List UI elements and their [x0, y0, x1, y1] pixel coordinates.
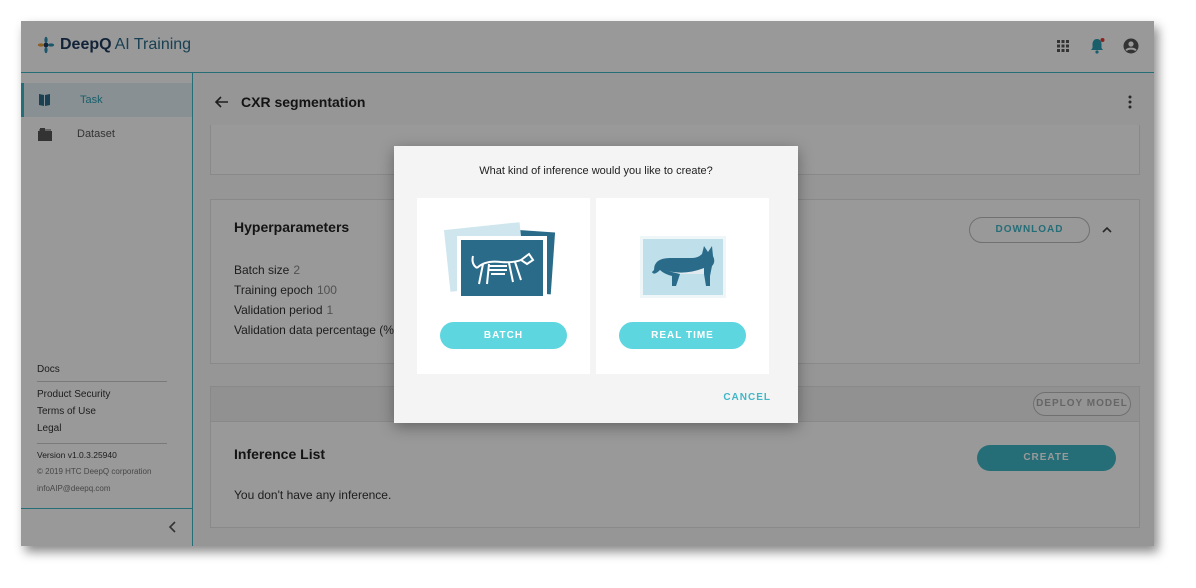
realtime-option[interactable]: REAL TIME [596, 198, 769, 374]
batch-option[interactable]: BATCH [417, 198, 590, 374]
batch-button[interactable]: BATCH [440, 322, 567, 349]
dialog-title: What kind of inference would you like to… [479, 165, 713, 177]
cancel-button[interactable]: CANCEL [723, 392, 771, 403]
batch-images-icon [443, 222, 556, 300]
realtime-image-icon [640, 236, 726, 298]
realtime-button[interactable]: REAL TIME [619, 322, 746, 349]
app-window: DeepQ AI Training Task Dataset Docs Prod… [21, 21, 1154, 546]
create-inference-dialog: What kind of inference would you like to… [394, 146, 798, 423]
